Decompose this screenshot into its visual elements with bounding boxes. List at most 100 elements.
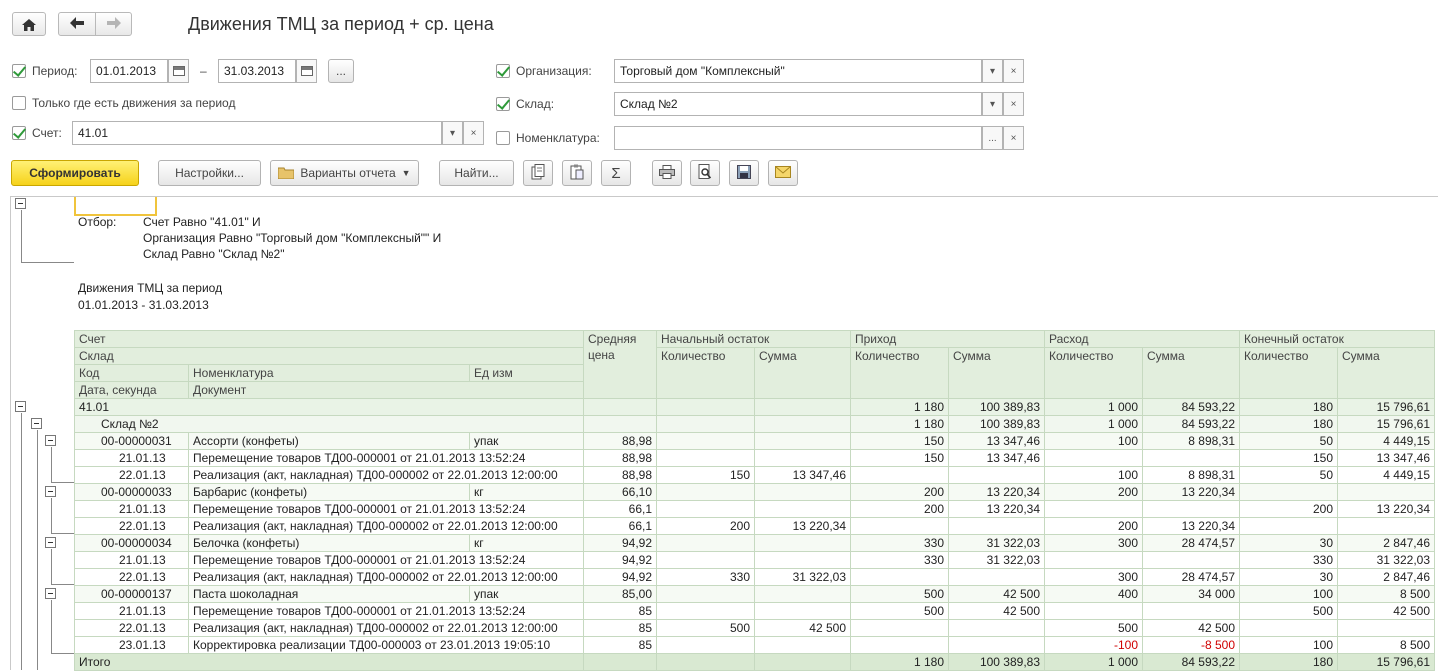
header-qty: Количество xyxy=(1044,347,1143,399)
cell-iq: 200 xyxy=(850,500,949,518)
account-checkbox[interactable] xyxy=(12,126,26,140)
cell-cs xyxy=(1337,619,1435,637)
org-dropdown-button[interactable]: ▾ xyxy=(982,59,1003,83)
nomen-input[interactable] xyxy=(614,126,982,150)
header-account: Счет xyxy=(74,330,584,348)
collapse-icon[interactable] xyxy=(45,486,56,497)
cell-eq: 1 000 xyxy=(1044,398,1143,416)
find-button[interactable]: Найти... xyxy=(439,160,514,186)
account-clear-button[interactable]: × xyxy=(463,121,484,145)
cell-cq: 100 xyxy=(1239,585,1338,603)
report-table: Счет Средняя цена Начальный остаток Прихо… xyxy=(74,330,1435,671)
account-dropdown-button[interactable]: ▾ xyxy=(442,121,463,145)
cell-unit: кг xyxy=(469,534,584,552)
nomen-select-button[interactable]: ... xyxy=(982,126,1003,150)
copy-icon xyxy=(531,163,545,183)
cell-oq: 150 xyxy=(656,466,755,484)
cell-price: 85 xyxy=(583,602,657,620)
table-row[interactable]: 21.01.13 Перемещение товаров ТД00-000001 … xyxy=(74,551,1435,569)
sum-button[interactable]: Σ xyxy=(601,160,631,186)
cell-date: 22.01.13 xyxy=(74,466,189,484)
table-row[interactable]: 00-00000034 Белочка (конфеты) кг 94,92 330 31… xyxy=(74,534,1435,552)
warehouse-dropdown-button[interactable]: ▾ xyxy=(982,92,1003,116)
print-preview-button[interactable] xyxy=(690,160,720,186)
cell-os: 42 500 xyxy=(754,619,851,637)
cell-oq xyxy=(656,534,755,552)
paste-button[interactable] xyxy=(562,160,592,186)
org-input[interactable]: Торговый дом "Комплексный" xyxy=(614,59,982,83)
cell-iq: 200 xyxy=(850,483,949,501)
table-row[interactable]: Склад №2 1 180 100 389,83 1 000 84 593,22 180… xyxy=(74,415,1435,433)
collapse-icon[interactable] xyxy=(31,418,42,429)
warehouse-checkbox[interactable] xyxy=(496,97,510,111)
cell-es: 34 000 xyxy=(1142,585,1240,603)
table-row[interactable]: 22.01.13 Реализация (акт, накладная) ТД00… xyxy=(74,517,1435,535)
send-email-button[interactable] xyxy=(768,160,798,186)
home-button[interactable] xyxy=(12,12,46,36)
header-avg-price-line: цена xyxy=(588,348,615,362)
nomen-clear-button[interactable]: × xyxy=(1003,126,1024,150)
filter-line: Организация Равно "Торговый дом "Комплек… xyxy=(143,231,442,245)
cell-price xyxy=(583,653,657,671)
cell-iq xyxy=(850,636,949,654)
cell-es: 28 474,57 xyxy=(1142,568,1240,586)
table-row[interactable]: 22.01.13 Реализация (акт, накладная) ТД00… xyxy=(74,568,1435,586)
back-button[interactable] xyxy=(58,12,96,36)
warehouse-input[interactable]: Склад №2 xyxy=(614,92,982,116)
period-checkbox[interactable] xyxy=(12,64,26,78)
only-moves-checkbox[interactable] xyxy=(12,96,26,110)
chevron-down-icon: ▼ xyxy=(401,168,411,178)
print-button[interactable] xyxy=(652,160,682,186)
period-from-input[interactable]: 01.01.2013 xyxy=(90,59,168,83)
cell-es: 84 593,22 xyxy=(1142,653,1240,671)
account-input[interactable]: 41.01 xyxy=(72,121,442,145)
total-row[interactable]: Итого 1 180 100 389,83 1 000 84 593,22 180 15 … xyxy=(74,653,1435,671)
table-row[interactable]: 00-00000031 Ассорти (конфеты) упак 88,98 150… xyxy=(74,432,1435,450)
settings-button[interactable]: Настройки... xyxy=(158,160,261,186)
report-variants-button[interactable]: Варианты отчета ▼ xyxy=(270,160,419,186)
period-from-calendar-button[interactable] xyxy=(168,59,189,83)
cell-oq xyxy=(656,602,755,620)
table-row[interactable]: 00-00000033 Барбарис (конфеты) кг 66,10 200 1… xyxy=(74,483,1435,501)
forward-button[interactable] xyxy=(95,12,132,36)
cell-cs: 8 500 xyxy=(1337,636,1435,654)
cell-eq xyxy=(1044,551,1143,569)
org-checkbox[interactable] xyxy=(496,64,510,78)
cell-price: 85 xyxy=(583,636,657,654)
sum-icon: Σ xyxy=(611,164,621,182)
copy-button[interactable] xyxy=(523,160,553,186)
cell-cq: 330 xyxy=(1239,551,1338,569)
save-button[interactable] xyxy=(729,160,759,186)
collapse-icon[interactable] xyxy=(45,588,56,599)
chevron-down-icon: ▾ xyxy=(449,127,456,139)
table-row[interactable]: 00-00000137 Паста шоколадная упак 85,00 500 4… xyxy=(74,585,1435,603)
collapse-icon[interactable] xyxy=(45,435,56,446)
period-to-input[interactable]: 31.03.2013 xyxy=(218,59,296,83)
warehouse-clear-button[interactable]: × xyxy=(1003,92,1024,116)
cell-document: Реализация (акт, накладная) ТД00-000002 … xyxy=(188,568,584,586)
outline-line xyxy=(21,262,74,263)
table-row[interactable]: 21.01.13 Перемещение товаров ТД00-000001 … xyxy=(74,449,1435,467)
folder-icon xyxy=(277,167,295,180)
collapse-icon[interactable] xyxy=(15,198,26,209)
header-sum: Сумма xyxy=(948,347,1045,399)
nomen-checkbox[interactable] xyxy=(496,131,510,145)
table-row[interactable]: 21.01.13 Перемещение товаров ТД00-000001 … xyxy=(74,602,1435,620)
table-row[interactable]: 21.01.13 Перемещение товаров ТД00-000001 … xyxy=(74,500,1435,518)
org-clear-button[interactable]: × xyxy=(1003,59,1024,83)
collapse-icon[interactable] xyxy=(15,401,26,412)
period-to-calendar-button[interactable] xyxy=(296,59,317,83)
outline-line xyxy=(51,584,74,585)
table-row[interactable]: 22.01.13 Реализация (акт, накладная) ТД00… xyxy=(74,466,1435,484)
cell-price xyxy=(583,398,657,416)
period-select-button[interactable]: ... xyxy=(328,59,354,83)
table-row[interactable]: 41.01 1 180 100 389,83 1 000 84 593,22 180 15 … xyxy=(74,398,1435,416)
collapse-icon[interactable] xyxy=(45,537,56,548)
cell-os xyxy=(754,602,851,620)
cell-cs: 2 847,46 xyxy=(1337,568,1435,586)
generate-button[interactable]: Сформировать xyxy=(11,160,139,186)
header-sum: Сумма xyxy=(1142,347,1240,399)
table-row[interactable]: 22.01.13 Реализация (акт, накладная) ТД00… xyxy=(74,619,1435,637)
cell-price: 66,10 xyxy=(583,483,657,501)
table-row[interactable]: 23.01.13 Корректировка реализации ТД00-00… xyxy=(74,636,1435,654)
